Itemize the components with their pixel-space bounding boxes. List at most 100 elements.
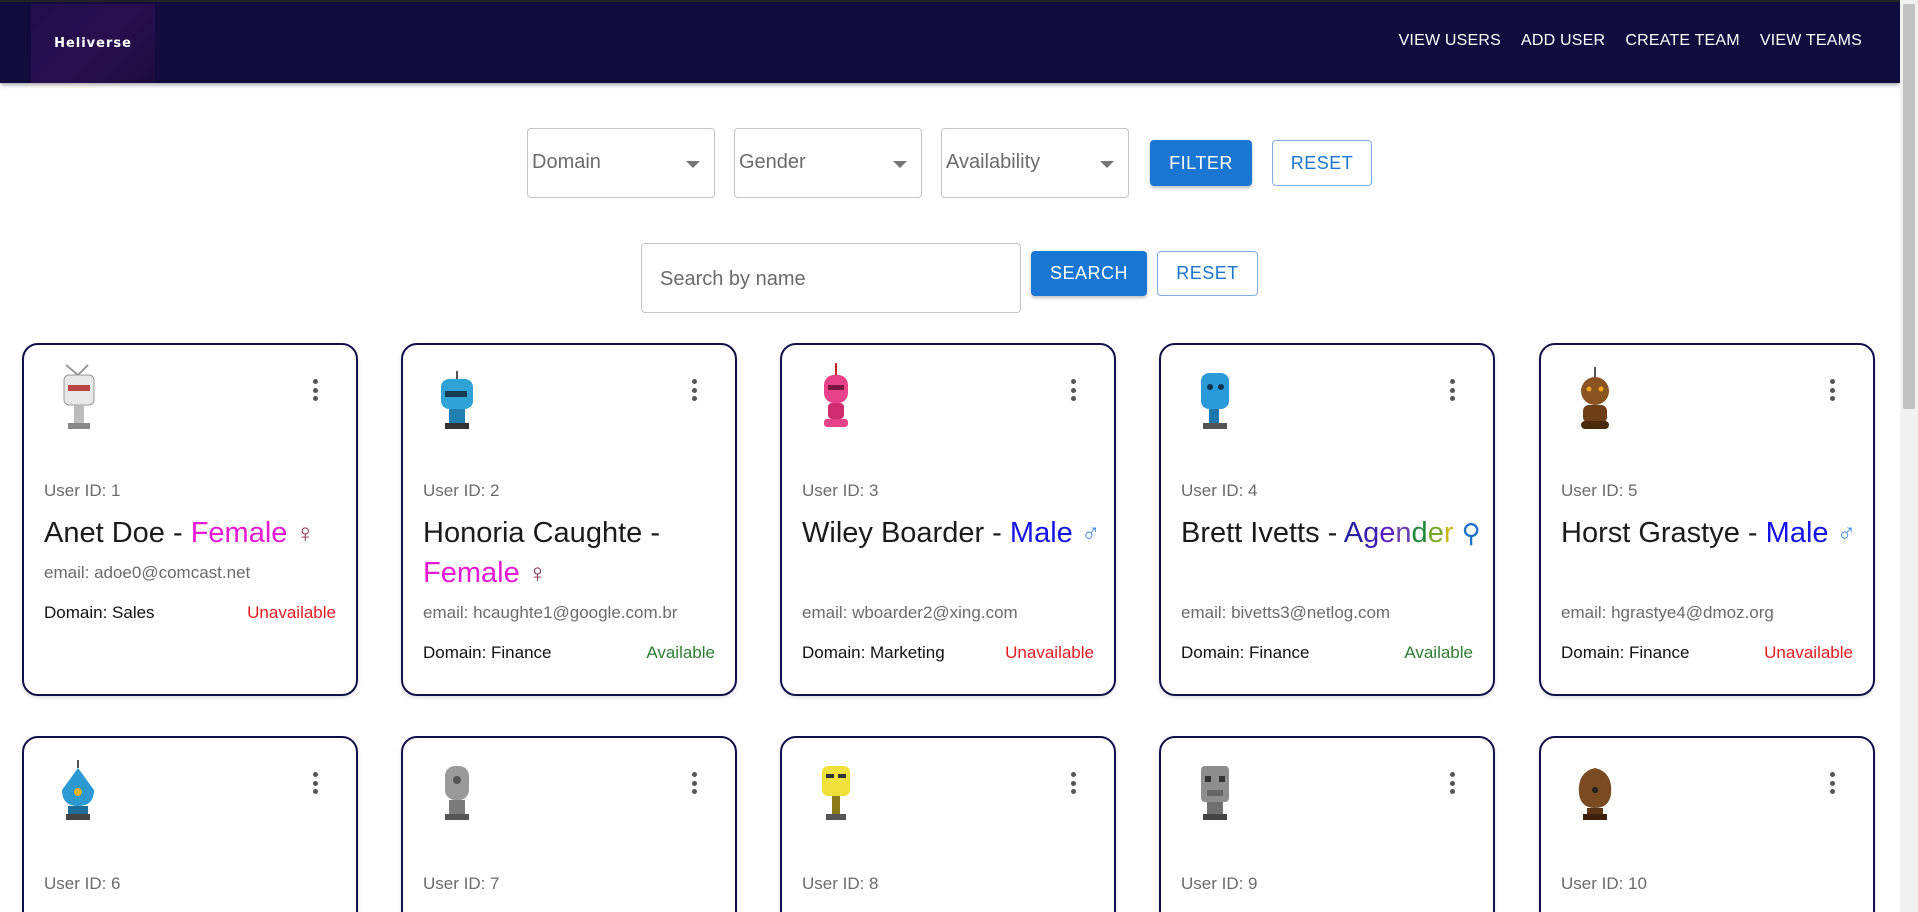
user-email: email: adoe0@comcast.net — [44, 563, 251, 582]
gender-select[interactable]: Gender — [734, 128, 922, 198]
user-name: Wiley Boarder - Male ♂ — [802, 517, 1101, 549]
gender-label-char: e — [1379, 517, 1396, 549]
availability-select-label: Availability — [946, 151, 1041, 173]
agender-icon: ⚲ — [1461, 518, 1481, 548]
availability-select[interactable]: Availability — [941, 128, 1129, 198]
availability-status: Available — [1404, 643, 1473, 662]
user-id: User ID: 9 — [1181, 874, 1258, 893]
gender-label-char: d — [1411, 517, 1428, 549]
user-name: Anet Doe - Female ♀ — [44, 517, 315, 549]
domain-select-label: Domain — [532, 151, 601, 173]
user-card[interactable]: User ID: 1 Anet Doe - Female ♀ email: ad… — [22, 343, 358, 696]
robot-avatar — [822, 766, 850, 820]
availability-status: Unavailable — [1005, 643, 1094, 662]
nav-view-teams[interactable]: VIEW TEAMS — [1760, 32, 1862, 50]
more-vert-icon[interactable] — [312, 772, 318, 794]
gender-select-label: Gender — [739, 151, 806, 173]
gender-label-char: r — [1443, 517, 1454, 549]
more-vert-icon[interactable] — [1829, 379, 1835, 401]
user-id: User ID: 1 — [44, 481, 121, 500]
user-card[interactable]: User ID: 7 — [401, 736, 737, 912]
user-card[interactable]: User ID: 4 Brett Ivetts - Agender ⚲ emai… — [1159, 343, 1495, 696]
user-card[interactable]: User ID: 9 — [1159, 736, 1495, 912]
user-email: email: hgrastye4@dmoz.org — [1561, 603, 1774, 622]
user-domain: Domain: Sales — [44, 603, 155, 622]
user-name-text: Honoria Caughte — [423, 517, 643, 549]
user-id: User ID: 2 — [423, 481, 500, 500]
gender-label: Agender — [1344, 517, 1454, 549]
user-card[interactable]: User ID: 3 Wiley Boarder - Male ♂ email:… — [780, 343, 1116, 696]
gender-label-char: g — [1363, 517, 1380, 549]
more-vert-icon[interactable] — [1070, 379, 1076, 401]
user-domain: Domain: Finance — [1181, 643, 1310, 662]
gender-label: Male — [1009, 517, 1073, 549]
gender-label: Female — [190, 517, 288, 549]
user-name: Brett Ivetts - Agender ⚲ — [1181, 517, 1481, 549]
domain-select[interactable]: Domain — [527, 128, 715, 198]
user-id: User ID: 8 — [802, 874, 879, 893]
user-id: User ID: 6 — [44, 874, 121, 893]
gender-label-text: Agender — [1344, 517, 1454, 549]
user-email: email: bivetts3@netlog.com — [1181, 603, 1391, 622]
user-id: User ID: 7 — [423, 874, 500, 893]
more-vert-icon[interactable] — [1070, 772, 1076, 794]
chevron-down-icon — [686, 161, 700, 168]
gender-label: Male — [1765, 517, 1829, 549]
user-name-text: Brett Ivetts — [1181, 517, 1320, 549]
user-card[interactable]: User ID: 6 — [22, 736, 358, 912]
logo[interactable]: Heliverse — [31, 4, 155, 83]
user-card[interactable]: User ID: 10 — [1539, 736, 1875, 912]
male-icon: ♂ — [1836, 518, 1857, 548]
chevron-down-icon — [893, 161, 907, 168]
search-input[interactable] — [660, 264, 1000, 294]
page: Heliverse VIEW USERS ADD USER CREATE TEA… — [0, 0, 1918, 912]
user-card[interactable]: User ID: 5 Horst Grastye - Male ♂ email:… — [1539, 343, 1875, 696]
user-domain: Domain: Finance — [423, 643, 552, 662]
user-email: email: hcaughte1@google.com.br — [423, 603, 678, 622]
robot-avatar — [824, 363, 848, 427]
search-reset-button[interactable]: RESET — [1157, 251, 1258, 296]
user-name-text: Anet Doe — [44, 517, 165, 549]
filter-button[interactable]: FILTER — [1150, 140, 1252, 186]
gender-label-char: e — [1427, 517, 1444, 549]
user-id: User ID: 5 — [1561, 481, 1638, 500]
user-card[interactable]: User ID: 2 Honoria Caughte - Female ♀ em… — [401, 343, 737, 696]
search-button[interactable]: SEARCH — [1031, 251, 1147, 296]
robot-avatar — [1201, 766, 1229, 820]
user-id: User ID: 4 — [1181, 481, 1258, 500]
user-card[interactable]: User ID: 8 — [780, 736, 1116, 912]
filter-reset-button[interactable]: RESET — [1272, 140, 1372, 186]
user-name-text: Horst Grastye — [1561, 517, 1740, 549]
more-vert-icon[interactable] — [1829, 772, 1835, 794]
user-domain: Domain: Marketing — [802, 643, 945, 662]
availability-status: Available — [646, 643, 715, 662]
scrollbar-thumb[interactable] — [1903, 4, 1915, 409]
more-vert-icon[interactable] — [312, 379, 318, 401]
female-icon: ♀ — [295, 518, 315, 548]
more-vert-icon[interactable] — [1449, 379, 1455, 401]
nav-create-team[interactable]: CREATE TEAM — [1625, 32, 1740, 50]
gender-label: Female — [423, 557, 520, 589]
user-id: User ID: 10 — [1561, 874, 1647, 893]
availability-status: Unavailable — [247, 603, 336, 622]
availability-status: Unavailable — [1764, 643, 1853, 662]
robot-avatar — [1578, 768, 1612, 820]
female-icon: ♀ — [527, 558, 548, 588]
chevron-down-icon — [1100, 161, 1114, 168]
app-bar: Heliverse VIEW USERS ADD USER CREATE TEA… — [0, 0, 1900, 83]
more-vert-icon[interactable] — [1449, 772, 1455, 794]
more-vert-icon[interactable] — [691, 772, 697, 794]
user-domain: Domain: Finance — [1561, 643, 1690, 662]
male-icon: ♂ — [1080, 518, 1101, 548]
robot-avatar — [441, 371, 473, 429]
user-name: Honoria Caughte - Female ♀ — [423, 517, 660, 589]
nav-add-user[interactable]: ADD USER — [1521, 32, 1605, 50]
nav-view-users[interactable]: VIEW USERS — [1399, 32, 1501, 50]
logo-text: Heliverse — [54, 36, 132, 51]
search-field[interactable] — [641, 243, 1021, 313]
more-vert-icon[interactable] — [691, 379, 697, 401]
robot-avatar — [1201, 373, 1229, 429]
user-name-text: Wiley Boarder — [802, 517, 985, 549]
page-scrollbar[interactable] — [1900, 0, 1918, 912]
robot-avatar — [63, 364, 95, 429]
